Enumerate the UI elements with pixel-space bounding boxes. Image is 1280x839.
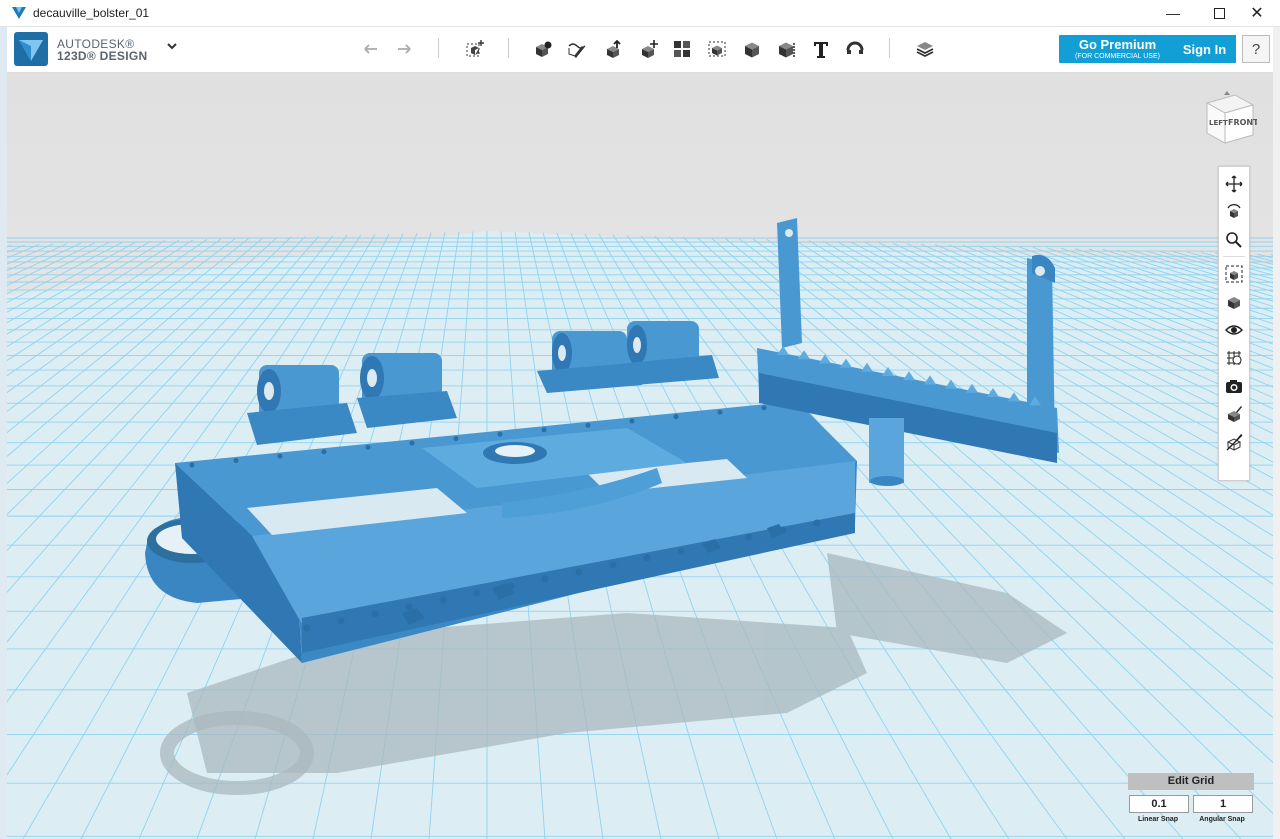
autodesk-logo-icon bbox=[14, 32, 48, 66]
toolbar-separator bbox=[508, 38, 509, 58]
app-menu-chevron-icon[interactable] bbox=[165, 39, 179, 53]
redo-button[interactable] bbox=[390, 35, 418, 63]
orbit-button[interactable] bbox=[1222, 200, 1246, 224]
linear-snap-label: Linear Snap bbox=[1137, 816, 1179, 823]
construct-icon bbox=[607, 39, 621, 58]
view-icon bbox=[1228, 297, 1240, 309]
modify-icon bbox=[642, 40, 658, 58]
camera-button[interactable] bbox=[1222, 374, 1246, 398]
material-toggle-button[interactable] bbox=[1222, 402, 1246, 426]
primitives-button[interactable] bbox=[529, 35, 557, 63]
transform-icon bbox=[466, 40, 484, 57]
orbit-icon bbox=[1227, 204, 1241, 218]
viewcube-arrow-icon[interactable] bbox=[1224, 91, 1230, 95]
viewcube-widget[interactable]: LEFT FRONT bbox=[1197, 91, 1257, 151]
angular-snap-label: Angular Snap bbox=[1199, 816, 1245, 823]
outline-toggle-button[interactable] bbox=[1222, 430, 1246, 454]
close-button[interactable]: ✕ bbox=[1234, 0, 1280, 26]
material-toggle-icon bbox=[1228, 406, 1242, 422]
window-title: decauville_bolster_01 bbox=[33, 6, 150, 20]
viewcube-front-face[interactable]: FRONT bbox=[1228, 118, 1257, 127]
visibility-button[interactable] bbox=[1222, 318, 1246, 342]
main-toolbar: AUTODESK® 123D® DESIGN Go Premium (FOR C… bbox=[7, 27, 1273, 73]
measure-icon bbox=[779, 42, 795, 58]
sign-in-button[interactable]: Sign In bbox=[1173, 35, 1236, 63]
material-button[interactable] bbox=[911, 35, 939, 63]
close-icon: ✕ bbox=[1250, 5, 1264, 22]
grid-view-button[interactable] bbox=[1222, 346, 1246, 370]
outline-toggle-icon bbox=[1226, 434, 1243, 451]
modify-button[interactable] bbox=[634, 35, 662, 63]
text-icon bbox=[814, 42, 828, 58]
pan-icon bbox=[1225, 175, 1243, 193]
combine-button[interactable] bbox=[738, 35, 766, 63]
linear-snap-input[interactable]: 0.1 bbox=[1129, 795, 1189, 813]
construct-button[interactable] bbox=[599, 35, 627, 63]
redo-icon bbox=[398, 44, 411, 54]
window-titlebar: decauville_bolster_01 — ✕ bbox=[0, 0, 1280, 27]
brand-line2: 123D® DESIGN bbox=[57, 49, 148, 63]
go-premium-label: Go Premium bbox=[1078, 37, 1157, 52]
material-icon bbox=[916, 42, 934, 58]
text-button[interactable] bbox=[807, 35, 835, 63]
nav-separator bbox=[1223, 256, 1245, 257]
combine-icon bbox=[745, 42, 759, 58]
toolbar-separator bbox=[438, 38, 439, 58]
angular-snap-input[interactable]: 1 bbox=[1193, 795, 1253, 813]
grouping-button[interactable] bbox=[703, 35, 731, 63]
viewcube-left-face[interactable]: LEFT bbox=[1209, 119, 1228, 127]
zoom-icon bbox=[1226, 232, 1242, 248]
help-button[interactable]: ? bbox=[1242, 35, 1270, 63]
primitives-icon bbox=[536, 41, 552, 57]
measure-button[interactable] bbox=[772, 35, 800, 63]
grouping-icon bbox=[708, 41, 726, 57]
pattern-button[interactable] bbox=[668, 35, 696, 63]
view-button[interactable] bbox=[1222, 290, 1246, 314]
sketch-button[interactable] bbox=[563, 35, 591, 63]
undo-button[interactable] bbox=[357, 35, 385, 63]
transform-button[interactable] bbox=[461, 35, 489, 63]
scene-canvas bbox=[7, 73, 1273, 839]
minimize-icon: — bbox=[1166, 5, 1180, 21]
edit-grid-button[interactable]: Edit Grid bbox=[1128, 773, 1254, 790]
3d-viewport[interactable]: LEFT FRONT Edit Grid 0.1 1 Linear Snap A… bbox=[7, 73, 1273, 839]
grid-view-icon bbox=[1227, 351, 1242, 365]
zoom-button[interactable] bbox=[1222, 228, 1246, 252]
snap-icon bbox=[846, 41, 864, 54]
go-premium-sublabel: (FOR COMMERCIAL USE) bbox=[1075, 53, 1160, 60]
navigation-bar bbox=[1218, 166, 1250, 481]
left-edge-strip bbox=[0, 27, 7, 839]
maximize-icon bbox=[1213, 7, 1225, 19]
pan-button[interactable] bbox=[1222, 172, 1246, 196]
sketch-icon bbox=[568, 43, 586, 58]
pattern-icon bbox=[674, 41, 690, 57]
toolbar-separator bbox=[889, 38, 890, 58]
snap-button[interactable] bbox=[841, 35, 869, 63]
undo-icon bbox=[364, 44, 377, 54]
minimize-button[interactable]: — bbox=[1150, 0, 1196, 26]
camera-icon bbox=[1226, 380, 1242, 393]
app-logo-icon bbox=[12, 7, 26, 19]
go-premium-button[interactable]: Go Premium (FOR COMMERCIAL USE) bbox=[1059, 35, 1176, 63]
fit-view-button[interactable] bbox=[1222, 262, 1246, 286]
edit-grid-panel: Edit Grid 0.1 1 Linear Snap Angular Snap bbox=[1128, 773, 1254, 829]
background-window-strip bbox=[1273, 27, 1280, 839]
visibility-icon bbox=[1225, 325, 1243, 335]
fit-icon bbox=[1225, 265, 1243, 283]
